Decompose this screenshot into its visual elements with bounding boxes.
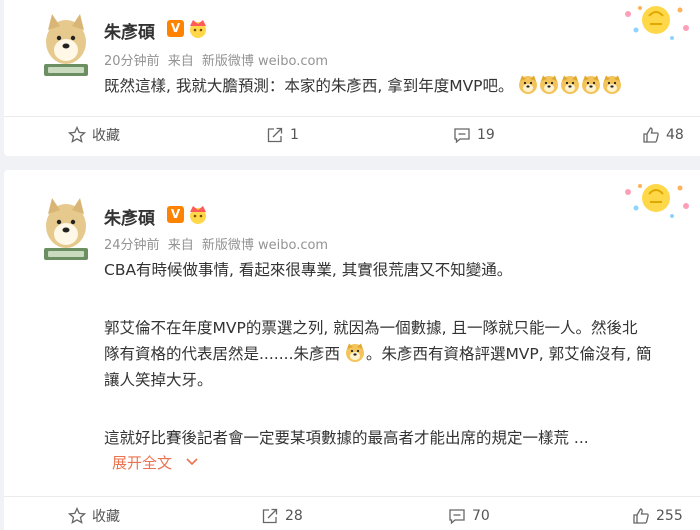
- like-icon: [643, 127, 659, 143]
- repost-button[interactable]: 28: [261, 501, 303, 530]
- crown-icon[interactable]: [187, 204, 209, 224]
- favorite-label: 收藏: [92, 128, 120, 144]
- doge-emoji: [345, 343, 364, 362]
- action-bar: 收藏 28 70 255: [4, 501, 700, 530]
- comment-count: 19: [477, 127, 495, 143]
- comment-count: 70: [472, 508, 490, 524]
- verified-icon: V: [167, 206, 184, 223]
- doge-emoji: [603, 75, 622, 94]
- post-card: 朱彥碩 V 20分钟前 来自 新版微博 weibo.com 既然這樣, 我就大膽…: [4, 0, 700, 156]
- expand-full-text-link[interactable]: 展开全文: [112, 452, 199, 473]
- action-bar: 收藏 1 19 48: [4, 120, 700, 150]
- post-meta: 20分钟前 来自 新版微博 weibo.com: [104, 50, 332, 69]
- author-name[interactable]: 朱彥碩: [104, 204, 155, 229]
- post-text-segment: 。朱彥西有資格評選MVP, 郭艾倫沒有, 簡: [365, 345, 652, 363]
- post-text-line: 既然這樣, 我就大膽預測：本家的朱彥西, 拿到年度MVP吧。: [104, 77, 514, 95]
- post-text-line: 郭艾倫不在年度MVP的票選之列, 就因為一個數據, 且一隊就只能一人。然後北: [104, 319, 638, 337]
- repost-button[interactable]: 1: [266, 120, 299, 150]
- like-button[interactable]: 255: [632, 501, 683, 530]
- repost-icon: [267, 127, 283, 143]
- repost-icon: [262, 508, 278, 524]
- like-button[interactable]: 48: [642, 120, 684, 150]
- like-count: 255: [656, 508, 683, 524]
- post-meta: 24分钟前 来自 新版微博 weibo.com: [104, 234, 332, 253]
- crown-icon[interactable]: [187, 18, 209, 38]
- expand-label: 展开全文: [112, 454, 173, 472]
- comment-button[interactable]: 70: [448, 501, 490, 530]
- post-source[interactable]: 新版微博 weibo.com: [202, 54, 328, 69]
- doge-emoji: [540, 75, 559, 94]
- comment-icon: [454, 128, 470, 144]
- emoji-row: [518, 75, 623, 95]
- decoration-icon: [625, 184, 689, 218]
- post-card: 朱彥碩 V 24分钟前 来自 新版微博 weibo.com CBA有時候做事情,…: [4, 170, 700, 530]
- comment-icon: [449, 509, 465, 525]
- post-time[interactable]: 20分钟前: [104, 54, 160, 69]
- post-source[interactable]: 新版微博 weibo.com: [202, 238, 328, 253]
- decoration-icon: [625, 6, 689, 40]
- post-text-line-mixed: 隊有資格的代表居然是.......朱彥西 。朱彥西有資格評選MVP, 郭艾倫沒有…: [104, 342, 651, 366]
- source-prefix: 来自: [167, 238, 194, 253]
- doge-emoji: [561, 75, 580, 94]
- star-icon: [68, 507, 86, 524]
- repost-count: 28: [285, 508, 303, 524]
- doge-emoji: [519, 75, 538, 94]
- doge-avatar[interactable]: [38, 196, 94, 264]
- like-count: 48: [666, 127, 684, 143]
- source-prefix: 来自: [167, 54, 194, 69]
- favorite-button[interactable]: 收藏: [68, 501, 120, 530]
- author-name[interactable]: 朱彥碩: [104, 18, 155, 43]
- post-text-segment: 隊有資格的代表居然是.......朱彥西: [104, 345, 340, 363]
- post-text-line: 這就好比賽後記者會一定要某項數據的最高者才能出席的規定一樣荒 ...: [104, 429, 589, 447]
- divider: [4, 496, 700, 497]
- divider: [4, 116, 700, 117]
- chevron-down-icon: [186, 458, 198, 466]
- post-text: 既然這樣, 我就大膽預測：本家的朱彥西, 拿到年度MVP吧。: [104, 74, 623, 98]
- post-text-line: 讓人笑掉大牙。: [104, 371, 213, 389]
- verified-icon: V: [167, 20, 184, 37]
- doge-avatar[interactable]: [38, 12, 94, 80]
- doge-emoji: [582, 75, 601, 94]
- favorite-label: 收藏: [92, 509, 120, 525]
- post-time[interactable]: 24分钟前: [104, 238, 160, 253]
- like-icon: [633, 508, 649, 524]
- post-text-line: CBA有時候做事情, 看起來很專業, 其實很荒唐又不知變通。: [104, 261, 513, 279]
- favorite-button[interactable]: 收藏: [68, 120, 120, 150]
- comment-button[interactable]: 19: [453, 120, 495, 150]
- repost-count: 1: [290, 127, 299, 143]
- star-icon: [68, 126, 86, 143]
